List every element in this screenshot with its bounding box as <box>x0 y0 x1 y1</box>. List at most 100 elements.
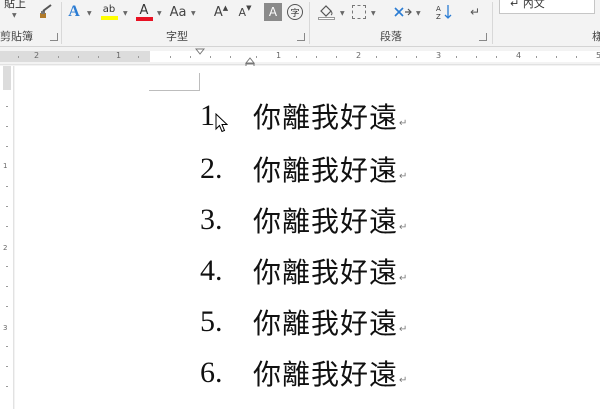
paragraph-mark: ↵ <box>399 323 408 335</box>
highlighter-icon: ab <box>102 4 116 15</box>
sort-button[interactable]: A Z <box>434 2 454 22</box>
vertical-ruler-number: 3 <box>3 324 8 332</box>
list-text: 你離我好遠 <box>253 307 399 340</box>
shrink-font-button[interactable]: A ▼ <box>234 2 256 22</box>
ruler-tick <box>58 56 59 58</box>
grow-font-label: A <box>213 4 223 20</box>
phonetic-guide-icon: 字 <box>287 4 303 20</box>
list-item[interactable]: 3. 你離我好遠 ↵ <box>200 202 407 238</box>
list-item[interactable]: 6. 你離我好遠 ↵ <box>200 355 407 391</box>
ruler-number: 1 <box>276 51 282 60</box>
clipboard-dialog-launcher-icon[interactable] <box>50 33 58 41</box>
text-effects-button[interactable]: A <box>65 2 83 22</box>
ruler-tick <box>476 56 477 58</box>
paragraph-mark: ↵ <box>399 117 408 129</box>
font-dialog-launcher-icon[interactable] <box>297 33 305 41</box>
vertical-ruler-margin-area <box>3 66 11 90</box>
ruler-tick <box>296 56 297 58</box>
list-text: 你離我好遠 <box>253 358 399 391</box>
paint-bucket-icon <box>320 4 333 17</box>
paragraph-group-label: 段落 <box>380 30 402 43</box>
paragraph-mark: ↵ <box>399 170 408 182</box>
list-number: 6. <box>200 356 223 389</box>
shrink-font-label: A <box>238 5 247 19</box>
paragraph-mark: ↵ <box>399 272 408 284</box>
highlight-button[interactable]: ab <box>98 2 120 22</box>
vertical-ruler-number: 2 <box>3 244 8 252</box>
ruler-tick <box>416 56 417 58</box>
list-text: 你離我好遠 <box>253 101 399 134</box>
font-color-dropdown-icon[interactable]: ▼ <box>157 10 162 17</box>
ruler-left-margin-area <box>0 51 150 62</box>
ruler-text-area <box>150 51 600 62</box>
paragraph-mark-icon: ↵ <box>469 5 481 19</box>
list-item[interactable]: 4. 你離我好遠 ↵ <box>200 253 407 289</box>
sort-az-icon: A Z <box>436 5 452 21</box>
list-item[interactable]: 1. 你離我好遠 ↵ <box>200 98 407 134</box>
change-case-label: Aa <box>169 4 187 20</box>
paragraph-dialog-launcher-icon[interactable] <box>479 33 487 41</box>
first-line-indent-marker-icon[interactable] <box>195 48 205 56</box>
phonetic-guide-button[interactable]: 字 <box>286 3 304 21</box>
ruler-tick <box>6 206 8 207</box>
ruler-tick <box>496 56 497 58</box>
highlight-dropdown-icon[interactable]: ▼ <box>123 10 128 17</box>
ribbon-separator <box>309 2 310 44</box>
ruler-number: 1 <box>116 51 122 60</box>
text-effects-dropdown-icon[interactable]: ▼ <box>87 10 92 17</box>
character-shading-label: A <box>268 5 278 19</box>
ruler-tick <box>170 56 171 58</box>
ruler-number: 5 <box>596 51 600 60</box>
borders-button[interactable] <box>350 3 368 21</box>
asian-layout-button[interactable] <box>392 3 414 21</box>
shading-dropdown-icon[interactable]: ▼ <box>340 10 345 17</box>
ruler-tick <box>376 56 377 58</box>
ruler-number: 3 <box>436 51 442 60</box>
format-painter-button[interactable] <box>36 2 56 22</box>
ruler-tick <box>6 346 8 347</box>
horizontal-ruler[interactable]: 2 1 1 2 3 4 5 <box>0 48 600 69</box>
ribbon-separator <box>492 2 493 44</box>
grow-font-arrow-icon: ▲ <box>222 4 229 12</box>
ruler-tick <box>396 56 397 58</box>
show-formatting-button[interactable]: ↵ <box>466 2 484 22</box>
borders-dropdown-icon[interactable]: ▼ <box>371 10 376 17</box>
ruler-tick <box>6 386 8 387</box>
paste-button[interactable]: 貼上 <box>0 0 30 10</box>
ruler-number: 2 <box>34 51 40 60</box>
list-text: 你離我好遠 <box>253 154 399 187</box>
document-page[interactable]: 1. 你離我好遠 ↵ 2. 你離我好遠 ↵ 3. 你離我好遠 ↵ 4. 你離我好… <box>15 66 600 409</box>
highlight-color-bar <box>100 16 118 20</box>
character-shading-button[interactable]: A <box>264 3 282 21</box>
ruler-tick <box>6 306 8 307</box>
change-case-dropdown-icon[interactable]: ▼ <box>191 10 196 17</box>
paragraph-mark: ↵ <box>399 221 408 233</box>
asian-layout-dropdown-icon[interactable]: ▼ <box>416 10 421 17</box>
ruler-tick <box>336 56 337 58</box>
list-number: 4. <box>200 254 223 287</box>
ruler-tick <box>98 56 99 58</box>
font-color-button[interactable]: A <box>133 2 155 22</box>
ruler-tick <box>210 56 211 58</box>
shading-button[interactable] <box>316 2 336 22</box>
list-item[interactable]: 2. 你離我好遠 ↵ <box>200 151 407 187</box>
paste-dropdown-icon[interactable]: ▼ <box>12 12 17 19</box>
ribbon: 貼上 ▼ 剪貼簿 A ▼ ab ▼ A ▼ Aa ▼ A ▲ A ▼ A 字 字… <box>0 0 600 47</box>
ribbon-separator <box>61 2 62 44</box>
paintbrush-icon <box>40 4 52 18</box>
change-case-button[interactable]: Aa <box>167 2 189 22</box>
paste-label: 貼上 <box>4 0 26 10</box>
vertical-ruler-number: 1 <box>3 162 8 170</box>
ruler-number: 4 <box>516 51 522 60</box>
styles-group-label: 樣 <box>592 30 600 43</box>
list-item[interactable]: 5. 你離我好遠 ↵ <box>200 304 407 340</box>
ruler-tick <box>6 226 8 227</box>
list-text: 你離我好遠 <box>253 256 399 289</box>
style-normal-tile[interactable]: ↵ 內文 <box>499 0 595 14</box>
ruler-tick <box>6 186 8 187</box>
svg-text:Z: Z <box>436 13 441 21</box>
grow-font-button[interactable]: A ▲ <box>210 2 232 22</box>
vertical-ruler[interactable]: 1 2 3 <box>0 66 14 409</box>
ruler-tick <box>456 56 457 58</box>
ruler-tick <box>138 56 139 58</box>
